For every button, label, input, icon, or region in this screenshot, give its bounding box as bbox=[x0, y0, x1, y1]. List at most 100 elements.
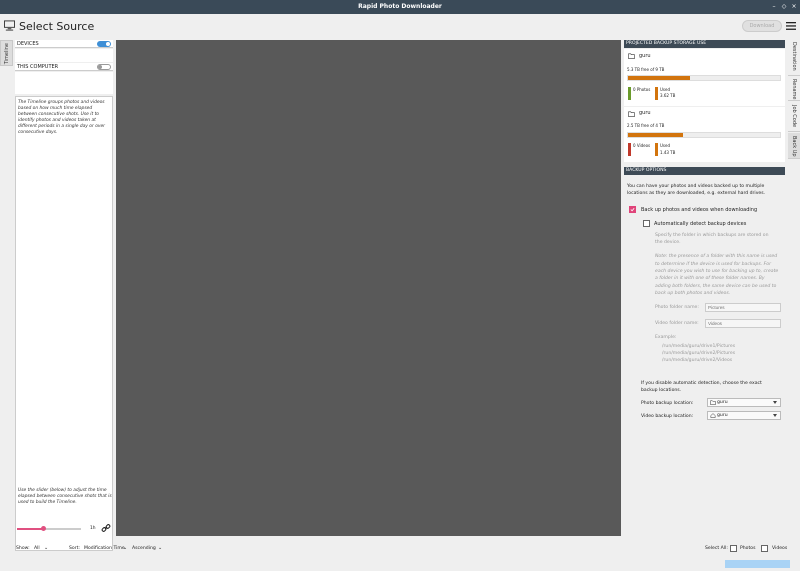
video-device-name: guru bbox=[639, 110, 651, 116]
photo-storage-used bbox=[628, 76, 691, 80]
order-select[interactable]: Ascending bbox=[132, 546, 156, 551]
video-storage-card: guru 2.5 TB free of 4 TB 0 Videos Used 1… bbox=[624, 107, 785, 162]
note-line2: to determine if the device is used for b… bbox=[655, 262, 771, 267]
filter-bar: Show: All ⌄ Sort: Modification Time ⌄ As… bbox=[0, 540, 800, 556]
tab-destination-label: Destination bbox=[791, 42, 797, 71]
backup-options-heading: BACKUP OPTIONS bbox=[624, 167, 785, 175]
video-location-value: guru bbox=[717, 413, 728, 418]
timeline-panel: The Timeline groups photos and videos ba… bbox=[15, 96, 113, 551]
folder-icon bbox=[628, 111, 635, 117]
timeline-help-text: The Timeline groups photos and videos ba… bbox=[18, 100, 105, 135]
this-computer-label: THIS COMPUTER bbox=[17, 64, 59, 70]
photo-folder-field[interactable] bbox=[705, 303, 781, 312]
video-location-select[interactable]: guru bbox=[707, 411, 781, 420]
storage-heading: PROJECTED BACKUP STORAGE USE bbox=[624, 40, 785, 48]
video-location-label: Video backup location: bbox=[641, 414, 694, 419]
link-icon[interactable] bbox=[101, 523, 111, 533]
video-used-value: 1.43 TB bbox=[660, 150, 676, 155]
photo-folder-label: Photo folder name: bbox=[655, 305, 699, 310]
close-button[interactable]: × bbox=[789, 0, 799, 14]
video-storage-bar bbox=[627, 132, 781, 138]
chevron-down-icon[interactable]: ⌄ bbox=[158, 545, 162, 551]
thumbnail-area bbox=[116, 40, 621, 536]
download-button[interactable]: Download bbox=[742, 20, 782, 32]
select-all-photos-label: Photos bbox=[740, 546, 756, 551]
tab-rename[interactable]: Rename bbox=[788, 77, 800, 101]
download-progress-bar bbox=[725, 560, 790, 568]
photo-location-value: guru bbox=[717, 400, 728, 405]
select-all-photos-checkbox[interactable] bbox=[730, 545, 737, 552]
tab-rename-label: Rename bbox=[791, 79, 797, 100]
specify-line2: the device. bbox=[655, 240, 681, 245]
folder-icon bbox=[628, 53, 635, 59]
example-path-1: /run/media/guru/drive1/Pictures bbox=[662, 344, 736, 349]
timeline-slider-fill bbox=[17, 528, 44, 530]
tab-destination[interactable]: Destination bbox=[788, 40, 800, 76]
window-title: Rapid Photo Downloader bbox=[358, 3, 442, 10]
video-legend-count: 0 Videos bbox=[633, 143, 651, 148]
sort-select[interactable]: Modification Time bbox=[84, 546, 125, 551]
tab-job-code-label: Job Code bbox=[791, 105, 797, 128]
home-icon bbox=[710, 413, 716, 418]
chevron-down-icon[interactable]: ⌄ bbox=[123, 545, 127, 551]
tab-timeline[interactable]: Timeline bbox=[0, 40, 13, 66]
photo-free-space: 5.3 TB free of 9 TB bbox=[627, 67, 665, 72]
timeline-slider-value: 1h bbox=[90, 526, 96, 531]
example-label: Example: bbox=[655, 335, 677, 340]
window-titlebar: Rapid Photo Downloader bbox=[0, 0, 800, 14]
video-legend-swatch bbox=[628, 143, 631, 156]
photo-storage-card: guru 5.3 TB free of 9 TB 0 Photos Used 3… bbox=[624, 49, 785, 106]
minimize-button[interactable]: – bbox=[769, 0, 779, 14]
video-free-space: 2.5 TB free of 4 TB bbox=[627, 123, 665, 128]
select-all-videos-checkbox[interactable] bbox=[761, 545, 768, 552]
sort-label: Sort: bbox=[69, 546, 80, 551]
tab-back-up[interactable]: Back Up bbox=[788, 133, 800, 159]
tab-job-code[interactable]: Job Code bbox=[788, 102, 800, 132]
chevron-down-icon bbox=[773, 414, 777, 417]
folder-icon bbox=[710, 400, 716, 405]
devices-list bbox=[15, 49, 113, 62]
maximize-button[interactable]: ◇ bbox=[779, 0, 789, 14]
note-line5: adding both folders, the same device can… bbox=[655, 284, 777, 289]
video-storage-used bbox=[628, 133, 683, 137]
note-line6: back up both photos and videos. bbox=[655, 291, 731, 296]
devices-toggle[interactable] bbox=[97, 41, 111, 47]
video-used-swatch bbox=[655, 143, 658, 156]
specify-line1: Specify the folder in which backups are … bbox=[655, 233, 769, 238]
tab-back-up-label: Back Up bbox=[791, 136, 797, 157]
hamburger-menu-icon[interactable] bbox=[786, 21, 796, 31]
backup-enabled-label: Back up photos and videos when downloadi… bbox=[641, 207, 758, 213]
photo-location-select[interactable]: guru bbox=[707, 398, 781, 407]
backup-enabled-checkbox[interactable] bbox=[629, 206, 636, 213]
auto-detect-checkbox[interactable] bbox=[643, 220, 650, 227]
select-all-label: Select All: bbox=[705, 546, 728, 551]
auto-detect-label: Automatically detect backup devices bbox=[654, 221, 747, 227]
page-title: Select Source bbox=[19, 20, 95, 33]
checkmark-icon bbox=[630, 207, 635, 212]
note-line1: Note: the presence of a folder with this… bbox=[655, 254, 778, 259]
this-computer-toggle[interactable] bbox=[97, 64, 111, 70]
photo-used-swatch bbox=[655, 87, 658, 100]
example-path-3: /run/media/guru/drive2/Videos bbox=[662, 358, 733, 363]
backup-intro-line1: You can have your photos and videos back… bbox=[627, 184, 765, 189]
show-select[interactable]: All bbox=[34, 546, 40, 551]
computer-icon bbox=[4, 20, 15, 31]
source-panel: DEVICES THIS COMPUTER The Timeline group… bbox=[14, 40, 114, 551]
video-folder-label: Video folder name: bbox=[655, 321, 699, 326]
chevron-down-icon[interactable]: ⌄ bbox=[44, 545, 48, 551]
photo-legend-count: 0 Photos bbox=[633, 87, 651, 92]
header: Select Source bbox=[0, 14, 800, 40]
video-used-title: Used bbox=[660, 143, 671, 148]
note-line3: each device you wish to use for backing … bbox=[655, 269, 779, 274]
disable-text-line2: backup locations. bbox=[641, 388, 682, 393]
photo-storage-bar bbox=[627, 75, 781, 81]
note-line4: a folder in it with one of these folder … bbox=[655, 276, 765, 281]
video-folder-field[interactable] bbox=[705, 319, 781, 328]
photo-location-label: Photo backup location: bbox=[641, 401, 694, 406]
photo-legend-swatch bbox=[628, 87, 631, 100]
disable-text-line1: If you disable automatic detection, choo… bbox=[641, 381, 762, 386]
show-label: Show: bbox=[16, 546, 30, 551]
photo-device-name: guru bbox=[639, 53, 651, 59]
chevron-down-icon bbox=[773, 401, 777, 404]
timeline-slider[interactable] bbox=[17, 526, 81, 531]
